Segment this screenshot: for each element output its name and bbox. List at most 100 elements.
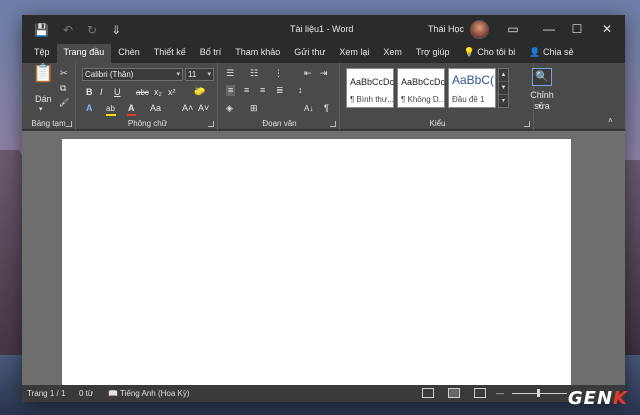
italic-button[interactable]: I: [100, 87, 103, 98]
tab-design[interactable]: Thiết kế: [147, 44, 193, 63]
avatar[interactable]: [470, 20, 489, 39]
subscript-button[interactable]: x₂: [154, 87, 162, 98]
customize-qat-icon[interactable]: ⇓: [111, 23, 121, 37]
chevron-down-icon: ▾: [176, 71, 180, 78]
styles-scroll-down-icon[interactable]: ▼: [499, 82, 508, 95]
paste-button[interactable]: Dán: [35, 94, 52, 105]
font-color-button[interactable]: A: [128, 103, 135, 114]
styles-scroll-up-icon[interactable]: ▲: [499, 69, 508, 82]
quick-access-toolbar: 💾 ↶ ↻ ⇓: [22, 23, 121, 37]
superscript-button[interactable]: x²: [168, 87, 176, 98]
align-left-button[interactable]: ≡: [226, 85, 236, 96]
align-center-button[interactable]: ≡: [244, 85, 249, 96]
copy-icon[interactable]: ⧉: [60, 83, 66, 94]
proofing-icon[interactable]: 📖: [108, 389, 118, 398]
sort-button[interactable]: A↓: [304, 103, 313, 114]
zoom-out-icon[interactable]: —: [496, 389, 504, 398]
clipboard-launcher-icon[interactable]: [66, 121, 72, 127]
collapse-ribbon-icon[interactable]: ˄: [608, 115, 613, 126]
bullets-button[interactable]: ☰: [226, 68, 234, 79]
save-icon[interactable]: 💾: [34, 23, 49, 37]
align-right-button[interactable]: ≡: [260, 85, 265, 96]
numbering-button[interactable]: ☷: [250, 68, 258, 79]
window-title: Tài liệu1 - Word: [290, 24, 354, 34]
page-count[interactable]: Trang 1 / 1: [27, 389, 65, 398]
title-bar: 💾 ↶ ↻ ⇓ Tài liệu1 - Word Thái Học ▭ — ☐ …: [22, 15, 625, 44]
font-name-combo[interactable]: Calibri (Thân) ▾: [82, 68, 183, 81]
underline-button[interactable]: U: [114, 87, 121, 98]
share-button[interactable]: 👤 Chia sẻ: [522, 44, 580, 63]
tab-help[interactable]: Trợ giúp: [409, 44, 457, 63]
style-heading-1[interactable]: AaBbC( Đầu đề 1: [448, 68, 496, 108]
ribbon-home: 📋 Dán ▾ ✂ ⧉ 🖌 Bảng tạm Calibri (Thân) ▾ …: [22, 63, 625, 130]
justify-button[interactable]: ≣: [276, 85, 284, 96]
clear-formatting-icon[interactable]: 🧽: [194, 86, 205, 97]
share-label: Chia sẻ: [542, 47, 574, 57]
group-clipboard: 📋 Dán ▾ ✂ ⧉ 🖌 Bảng tạm: [22, 63, 76, 130]
user-name[interactable]: Thái Học: [428, 24, 464, 34]
group-paragraph: ☰ ☷ ⋮ ⇤ ⇥ ≡ ≡ ≡ ≣ ↕ ◈ ⊞ A↓ ¶ Đoạn văn: [220, 63, 340, 130]
language-indicator[interactable]: Tiếng Anh (Hoa Kỳ): [120, 389, 190, 398]
strikethrough-button[interactable]: abc: [136, 87, 149, 98]
chevron-down-icon: ▾: [207, 71, 211, 78]
redo-icon[interactable]: ↻: [87, 23, 97, 37]
editing-button[interactable]: Chỉnh sửa: [525, 90, 559, 112]
tab-home[interactable]: Trang đầu: [56, 44, 112, 63]
tab-insert[interactable]: Chèn: [111, 44, 147, 63]
show-marks-button[interactable]: ¶: [324, 103, 329, 114]
word-count[interactable]: 0 từ: [79, 389, 93, 398]
font-size-value: 11: [188, 70, 197, 79]
lightbulb-icon: 💡: [463, 47, 475, 57]
format-painter-icon[interactable]: 🖌: [59, 97, 69, 108]
ribbon-tabs: Tệp Trang đầu Chèn Thiết kế Bố trí Tham …: [22, 44, 625, 63]
highlight-button[interactable]: ab: [106, 103, 115, 114]
tab-references[interactable]: Tham khảo: [228, 44, 287, 63]
paste-dropdown-icon[interactable]: ▾: [39, 104, 43, 115]
tab-layout[interactable]: Bố trí: [193, 44, 229, 63]
paste-clipboard-icon[interactable]: 📋: [32, 64, 54, 82]
read-mode-icon[interactable]: [422, 388, 434, 398]
cut-icon[interactable]: ✂: [60, 68, 68, 79]
web-layout-icon[interactable]: [474, 388, 486, 398]
tell-me-search[interactable]: 💡 Cho tôi bi: [456, 44, 522, 63]
undo-icon[interactable]: ↶: [63, 23, 73, 37]
bold-button[interactable]: B: [86, 87, 93, 98]
decrease-indent-button[interactable]: ⇤: [304, 68, 312, 79]
tab-file[interactable]: Tệp: [22, 44, 57, 63]
print-layout-icon[interactable]: [448, 388, 460, 398]
zoom-slider-knob[interactable]: [537, 389, 540, 397]
editing-dropdown-icon[interactable]: ▾: [538, 101, 542, 112]
shading-button[interactable]: ◈: [226, 103, 233, 114]
multilevel-list-button[interactable]: ⋮: [274, 68, 283, 79]
style-normal[interactable]: AaBbCcDc ¶ Bình thư...: [346, 68, 394, 108]
change-case-button[interactable]: Aa: [150, 103, 161, 114]
line-spacing-button[interactable]: ↕: [298, 85, 303, 96]
paragraph-launcher-icon[interactable]: [330, 121, 336, 127]
style-no-spacing[interactable]: AaBbCcDc ¶ Không D...: [397, 68, 445, 108]
borders-button[interactable]: ⊞: [250, 103, 258, 114]
status-bar: Trang 1 / 1 0 từ 📖 Tiếng Anh (Hoa Kỳ) —: [22, 385, 625, 402]
find-icon[interactable]: 🔍: [532, 68, 552, 86]
tab-mailings[interactable]: Gửi thư: [287, 44, 332, 63]
font-launcher-icon[interactable]: [208, 121, 214, 127]
grow-font-button[interactable]: A˄: [182, 103, 193, 114]
text-effects-button[interactable]: A: [86, 103, 93, 114]
group-font: Calibri (Thân) ▾ 11 ▾ B I U abc x₂ x² 🧽 …: [78, 63, 218, 130]
minimize-button[interactable]: —: [534, 19, 564, 39]
tab-review[interactable]: Xem lại: [332, 44, 376, 63]
restore-button[interactable]: ☐: [562, 19, 592, 39]
font-size-combo[interactable]: 11 ▾: [185, 68, 214, 81]
style-sample: AaBbCcDc: [350, 77, 394, 87]
styles-more-icon[interactable]: ▾: [499, 95, 508, 108]
close-button[interactable]: ✕: [592, 19, 622, 39]
tab-view[interactable]: Xem: [376, 44, 409, 63]
document-area: [22, 131, 625, 385]
document-page[interactable]: [62, 139, 571, 385]
ribbon-display-options-button[interactable]: ▭: [498, 19, 528, 39]
increase-indent-button[interactable]: ⇥: [320, 68, 328, 79]
style-sample: AaBbC(: [452, 73, 495, 87]
styles-scroll: ▲ ▼ ▾: [498, 68, 509, 108]
watermark-text: GEN: [567, 388, 614, 409]
watermark-accent: K: [613, 388, 628, 409]
shrink-font-button[interactable]: A˅: [198, 103, 209, 114]
